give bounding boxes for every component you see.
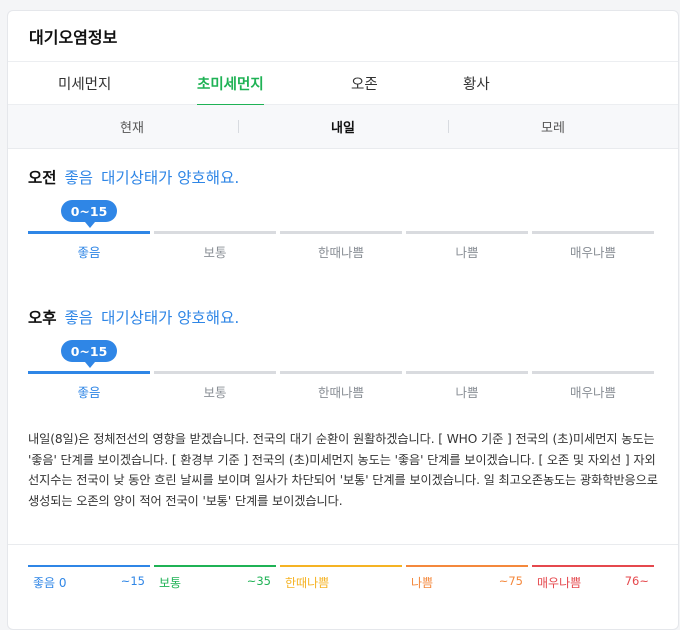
scale-very-bad: 매우나쁨 [532, 371, 654, 401]
scale-label: 나쁨 [455, 385, 479, 400]
morning-message: 대기상태가 양호해요. [101, 169, 240, 187]
pollutant-tabs: 미세먼지 초미세먼지 오존 황사 [8, 62, 678, 106]
afternoon-forecast: 오후 좋음 대기상태가 양호해요. 0~15 좋음 보통 한때나쁨 나쁨 매우나… [28, 306, 654, 400]
afternoon-message: 대기상태가 양호해요. [101, 309, 240, 327]
morning-grade: 좋음 [64, 169, 94, 187]
legend-good: 좋음 0 ~15 [28, 565, 150, 591]
air-quality-card: 대기오염정보 미세먼지 초미세먼지 오존 황사 현재 내일 모레 오전 좋음 대… [7, 10, 679, 630]
legend-normal: 보통 ~35 [154, 565, 276, 591]
scale-very-bad: 매우나쁨 [532, 231, 654, 261]
scale-label: 한때나쁨 [317, 385, 364, 400]
legend-bad: 나쁨 ~75 [406, 565, 528, 591]
legend-very-bad: 매우나쁨 76~ [532, 565, 654, 591]
section-divider [8, 544, 678, 545]
morning-value-bubble: 0~15 [61, 200, 117, 228]
scale-good: 좋음 [28, 371, 150, 401]
scale-bad: 나쁨 [406, 371, 528, 401]
scale-label: 한때나쁨 [317, 245, 364, 260]
legend-value: 0 [58, 576, 67, 590]
day-after-tomorrow[interactable]: 모레 [448, 105, 658, 148]
card-title: 대기오염정보 [8, 11, 678, 62]
legend-range: ~75 [498, 574, 523, 588]
scale-normal: 보통 [154, 231, 276, 261]
legend-range: ~35 [246, 574, 271, 588]
scale-temp-bad: 한때나쁨 [280, 371, 402, 401]
legend-range: ~15 [120, 574, 145, 588]
legend-label: 매우나쁨 [537, 576, 582, 590]
day-tomorrow[interactable]: 내일 [238, 105, 448, 148]
afternoon-label: 오후 [28, 309, 57, 327]
morning-header: 오전 좋음 대기상태가 양호해요. [28, 166, 654, 188]
scale-good: 좋음 [28, 231, 150, 261]
tab-ultrafine-dust[interactable]: 초미세먼지 [197, 62, 264, 106]
afternoon-header: 오후 좋음 대기상태가 양호해요. [28, 306, 654, 328]
tab-ozone[interactable]: 오존 [351, 62, 378, 105]
legend-range: 76~ [624, 574, 649, 588]
day-today[interactable]: 현재 [27, 105, 237, 148]
day-selector: 현재 내일 모레 [8, 105, 678, 149]
legend-label: 한때나쁨 [285, 576, 330, 590]
forecast-description: 내일(8일)은 정체전선의 영향을 받겠습니다. 전국의 대기 순환이 원활하겠… [28, 432, 658, 508]
tab-fine-dust[interactable]: 미세먼지 [58, 62, 111, 105]
scale-label: 좋음 [77, 245, 101, 260]
afternoon-value-bubble: 0~15 [61, 340, 117, 368]
scale-temp-bad: 한때나쁨 [280, 231, 402, 261]
scale-label: 좋음 [77, 385, 101, 400]
tab-yellow-dust[interactable]: 황사 [463, 62, 490, 105]
legend-label: 나쁨 [411, 576, 434, 590]
morning-forecast: 오전 좋음 대기상태가 양호해요. 0~15 좋음 보통 한때나쁨 나쁨 매우나… [28, 166, 654, 260]
scale-label: 매우나쁨 [569, 245, 616, 260]
morning-scale: 좋음 보통 한때나쁨 나쁨 매우나쁨 [28, 231, 654, 261]
legend-label: 좋음 [33, 576, 56, 590]
grade-legend: 좋음 0 ~15 보통 ~35 한때나쁨 나쁨 ~75 매우나쁨 76~ [28, 565, 654, 591]
scale-label: 보통 [203, 245, 227, 260]
scale-bad: 나쁨 [406, 231, 528, 261]
scale-label: 보통 [203, 385, 227, 400]
scale-normal: 보통 [154, 371, 276, 401]
scale-label: 나쁨 [455, 245, 479, 260]
afternoon-scale: 좋음 보통 한때나쁨 나쁨 매우나쁨 [28, 371, 654, 401]
scale-label: 매우나쁨 [569, 385, 616, 400]
afternoon-grade: 좋음 [64, 309, 94, 327]
legend-label: 보통 [159, 576, 182, 590]
morning-label: 오전 [28, 169, 57, 187]
legend-temp-bad: 한때나쁨 [280, 565, 402, 591]
